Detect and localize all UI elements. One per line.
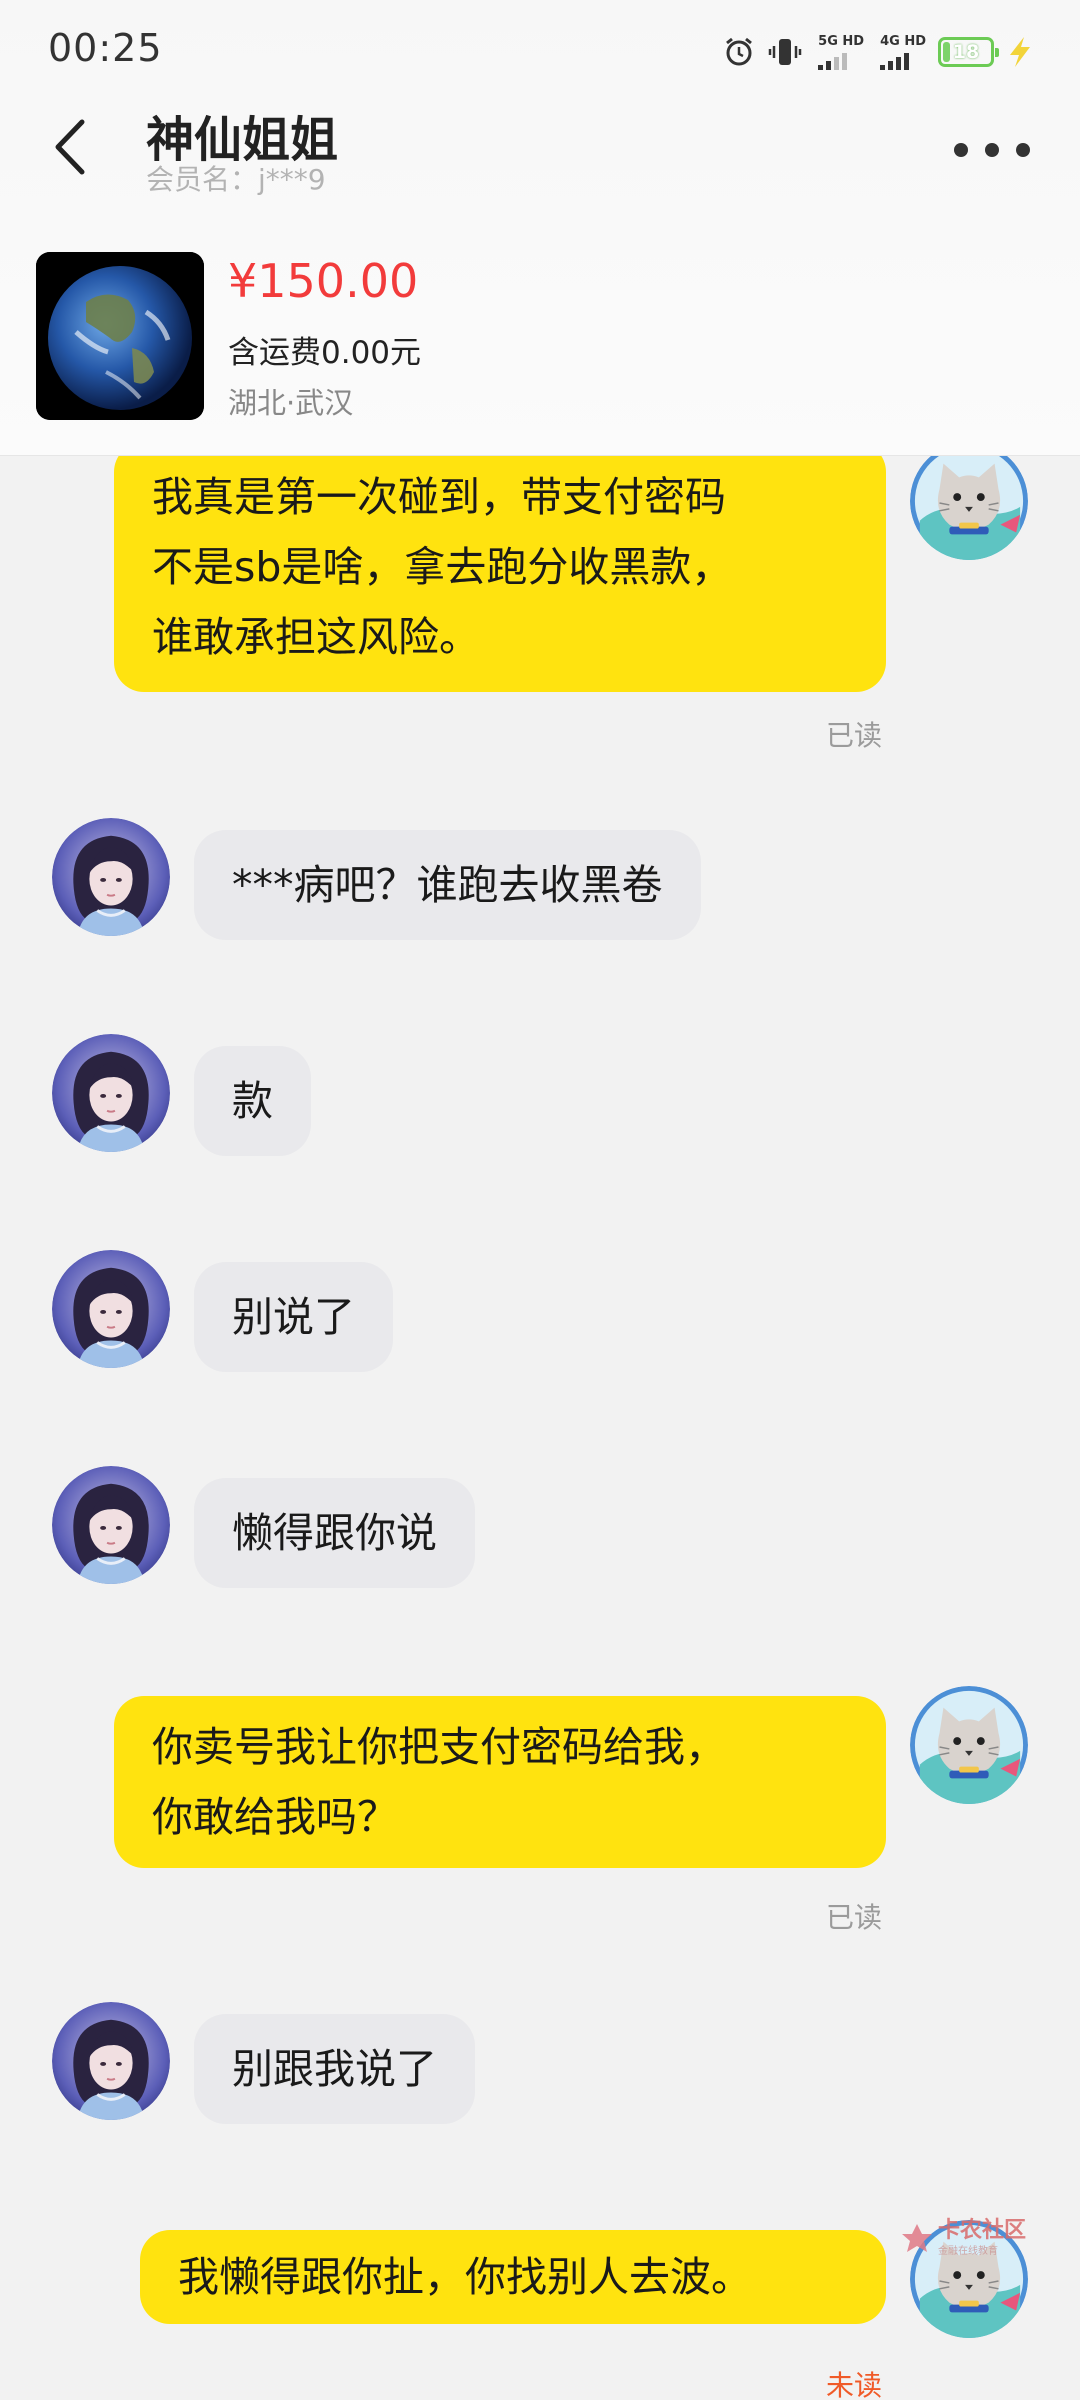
partner-message-bubble[interactable]: 别跟我说了 — [194, 2014, 475, 2124]
my-avatar[interactable] — [910, 456, 1028, 560]
product-location: 湖北·武汉 — [228, 386, 354, 420]
read-receipt: 已读 — [826, 719, 883, 752]
partner-message-bubble[interactable]: 别说了 — [194, 1262, 393, 1372]
unread-receipt: 未读 — [826, 2369, 883, 2400]
partner-message-bubble[interactable]: 款 — [194, 1046, 311, 1156]
my-message-bubble[interactable]: 我真是第一次碰到，带支付密码 不是sb是啥，拿去跑分收黑款， 谁敢承担这风险。 — [114, 456, 886, 692]
my-avatar[interactable] — [910, 1686, 1028, 1804]
product-image[interactable] — [36, 252, 204, 420]
watermark: 卡农社区 金融在线教育 — [900, 2220, 1026, 2257]
partner-avatar[interactable] — [52, 1466, 170, 1584]
status-icons: 5G HD 4G HD 18 — [722, 30, 1034, 74]
signal-bars-icon — [818, 52, 848, 70]
read-receipt: 已读 — [826, 1901, 883, 1934]
clock: 00:25 — [48, 26, 163, 70]
member-name: 会员名：j***9 — [146, 163, 326, 196]
back-arrow-icon[interactable] — [46, 112, 96, 182]
signal-bars-icon — [880, 52, 910, 70]
my-message-bubble[interactable]: 你卖号我让你把支付密码给我， 你敢给我吗？ — [114, 1696, 886, 1868]
signal-5g: 5G HD — [818, 34, 864, 70]
battery-icon: 18 — [938, 37, 999, 67]
alarm-icon — [726, 37, 753, 66]
shipping-fee: 含运费0.00元 — [228, 335, 422, 371]
more-options-icon[interactable] — [954, 130, 1030, 170]
chat-area[interactable]: 我真是第一次碰到，带支付密码 不是sb是啥，拿去跑分收黑款， 谁敢承担这风险。 … — [0, 456, 1080, 2400]
charging-bolt-icon — [1010, 37, 1030, 67]
status-bar: 00:25 5G HD 4G HD 18 — [0, 0, 1080, 100]
top-header: 00:25 5G HD 4G HD 18 神仙姐姐 会员名：j***9 ¥150… — [0, 0, 1080, 456]
partner-avatar[interactable] — [52, 1034, 170, 1152]
watermark-logo-icon — [902, 2223, 932, 2252]
partner-message-bubble[interactable]: 懒得跟你说 — [194, 1478, 475, 1588]
partner-message-bubble[interactable]: ***病吧？谁跑去收黑卷 — [194, 830, 701, 940]
partner-avatar[interactable] — [52, 2002, 170, 2120]
partner-avatar[interactable] — [52, 1250, 170, 1368]
vibrate-icon — [768, 39, 802, 65]
battery-level: 18 — [952, 41, 980, 63]
signal-4g: 4G HD — [880, 34, 926, 70]
product-price: ¥150.00 — [228, 254, 419, 308]
my-message-bubble[interactable]: 我懒得跟你扯，你找别人去波。 — [140, 2230, 886, 2324]
partner-avatar[interactable] — [52, 818, 170, 936]
